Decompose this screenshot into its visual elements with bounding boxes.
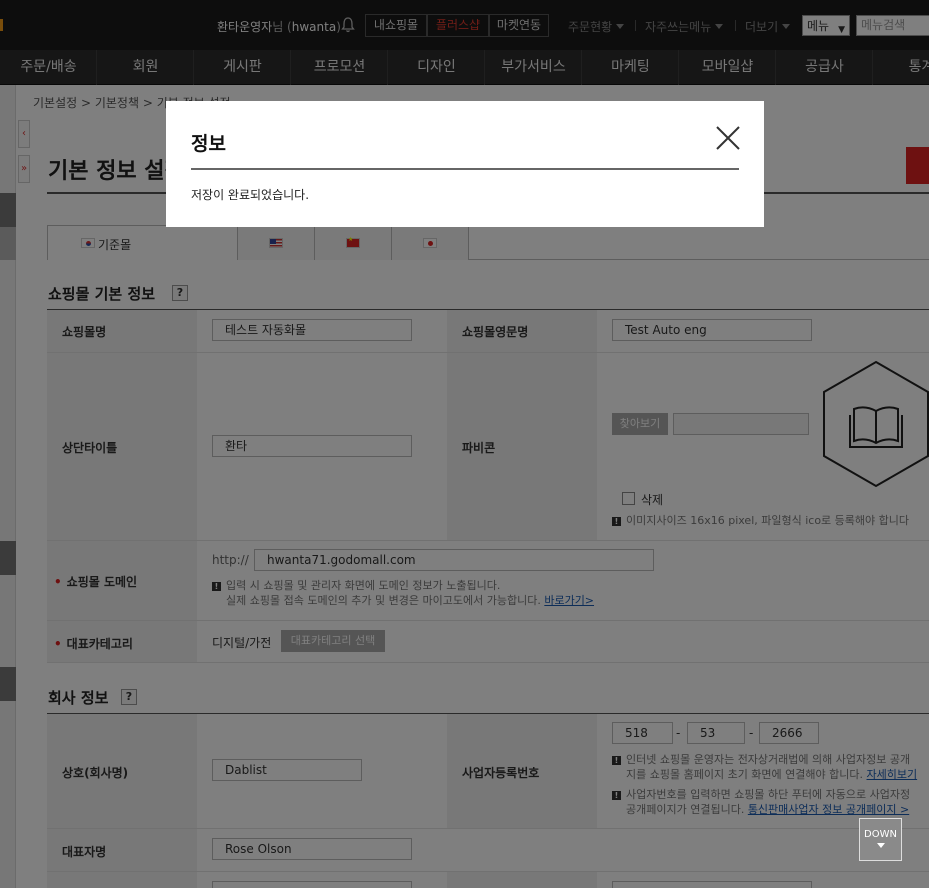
dialog-divider (191, 168, 739, 170)
scroll-down-button[interactable]: DOWN (859, 818, 902, 861)
arrow-down-icon (876, 843, 885, 848)
dialog-message: 저장이 완료되었습니다. (191, 188, 310, 202)
scroll-down-label: DOWN (864, 829, 897, 840)
dialog-title: 정보 (191, 133, 226, 155)
close-icon[interactable] (714, 124, 742, 152)
info-dialog: 정보 저장이 완료되었습니다. (166, 101, 764, 227)
